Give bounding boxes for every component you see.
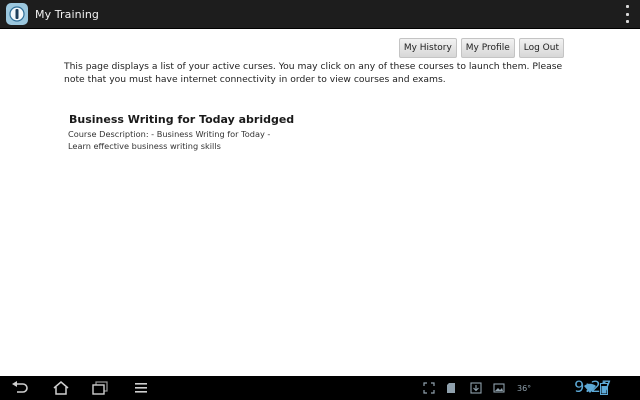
temperature: 36°: [517, 383, 532, 393]
screenshot-icon[interactable]: [423, 382, 435, 394]
intro-text: This page displays a list of your active…: [64, 61, 563, 85]
action-bar: My Training: [0, 0, 640, 29]
course-description: Course Description: - Business Writing f…: [68, 129, 298, 152]
overflow-menu-icon[interactable]: [622, 5, 632, 23]
system-bar: 36° 9:27: [0, 376, 640, 400]
my-history-button[interactable]: My History: [398, 38, 457, 58]
recent-apps-icon[interactable]: [89, 379, 111, 397]
my-profile-button[interactable]: My Profile: [460, 38, 515, 58]
menu-icon[interactable]: [130, 379, 152, 397]
back-icon[interactable]: [9, 379, 31, 397]
wifi-icon: [583, 382, 597, 394]
info-icon[interactable]: [6, 3, 28, 25]
app-title: My Training: [35, 7, 100, 21]
battery-icon: [600, 381, 608, 395]
download-icon: [470, 382, 482, 394]
log-out-button[interactable]: Log Out: [518, 38, 564, 58]
home-icon[interactable]: [50, 379, 72, 397]
course-description-line: Learn effective business writing skills: [68, 140, 221, 151]
course-description-line: Course Description: - Business Writing f…: [68, 129, 271, 139]
sd-card-icon: [446, 382, 456, 394]
course-title[interactable]: Business Writing for Today abridged: [69, 113, 294, 126]
header-buttons: My History My Profile Log Out: [398, 38, 564, 58]
image-icon: [493, 382, 505, 394]
